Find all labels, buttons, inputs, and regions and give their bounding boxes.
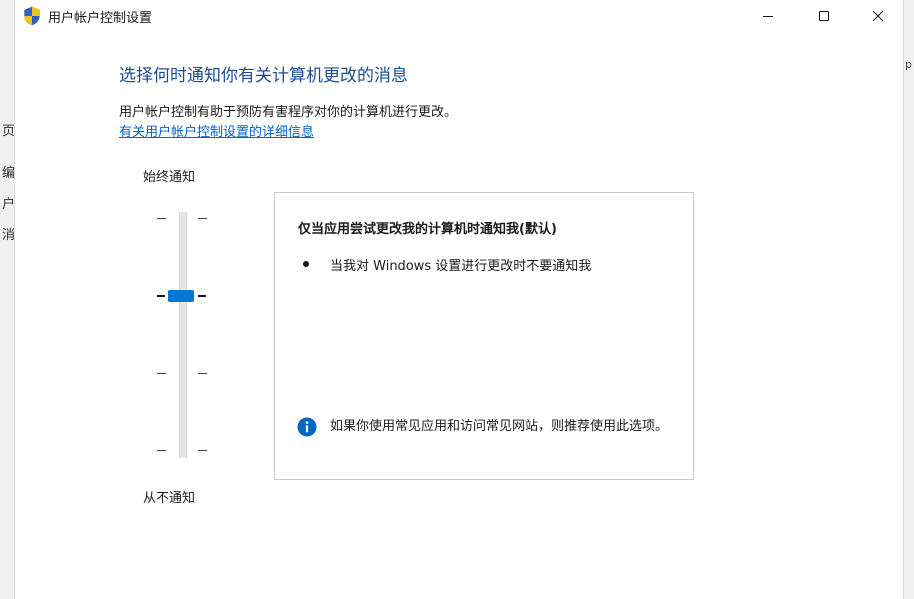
minimize-button[interactable] <box>745 0 791 32</box>
slider-top-label: 始终通知 <box>143 170 196 185</box>
background-window-left: 页 编 户 消 <box>0 0 15 599</box>
slider-tick <box>157 373 166 374</box>
slider-bottom-label: 从不通知 <box>143 491 196 506</box>
slider-tick <box>198 450 207 451</box>
panel-info-text: 如果你使用常见应用和访问常见网站，则推荐使用此选项。 <box>330 419 669 434</box>
slider-tick <box>157 295 165 297</box>
bullet-icon <box>303 261 309 267</box>
info-icon <box>297 417 317 437</box>
slider-tick <box>198 295 206 297</box>
slider-tick <box>198 373 207 374</box>
maximize-icon <box>818 10 830 22</box>
maximize-button[interactable] <box>801 0 847 32</box>
panel-bullet-text: 当我对 Windows 设置进行更改时不要通知我 <box>330 259 592 274</box>
slider-tick <box>157 450 166 451</box>
background-text: p <box>905 58 912 71</box>
close-button[interactable] <box>855 0 901 32</box>
slider-thumb[interactable] <box>168 290 194 302</box>
notification-level-slider[interactable] <box>155 210 219 460</box>
title-bar[interactable]: 用户帐户控制设置 <box>15 0 903 32</box>
close-icon <box>872 10 884 22</box>
slider-track[interactable] <box>179 212 187 458</box>
uac-shield-icon <box>24 6 40 26</box>
page-heading: 选择何时通知你有关计算机更改的消息 <box>119 66 408 86</box>
slider-tick <box>157 218 166 219</box>
slider-tick <box>198 218 207 219</box>
minimize-icon <box>763 16 773 17</box>
more-info-link[interactable]: 有关用户帐户控制设置的详细信息 <box>119 121 314 140</box>
window-title: 用户帐户控制设置 <box>48 11 153 26</box>
level-description-panel: 仅当应用尝试更改我的计算机时通知我(默认) 当我对 Windows 设置进行更改… <box>274 192 694 480</box>
page-description: 用户帐户控制有助于预防有害程序对你的计算机进行更改。 <box>119 105 458 120</box>
uac-settings-window: 用户帐户控制设置 选择何时通知你有关计算机更改的消息 用户帐户控制有助于预防有害… <box>14 0 904 599</box>
panel-title: 仅当应用尝试更改我的计算机时通知我(默认) <box>298 222 557 237</box>
